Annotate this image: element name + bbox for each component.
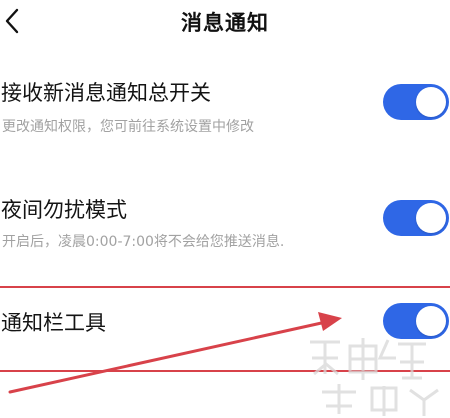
setting-title: 通知栏工具 [1, 311, 106, 335]
notification-settings-screen: 消息通知 接收新消息通知总开关 更改通知权限，您可前往系统设置中修改 夜间勿扰模… [0, 0, 450, 418]
setting-description: 更改通知权限，您可前往系统设置中修改 [2, 119, 254, 135]
toggle-knob [416, 306, 446, 336]
setting-row-do-not-disturb: 夜间勿扰模式 开启后，凌晨0:00-7:00将不会给您推送消息. [0, 186, 450, 266]
setting-title: 接收新消息通知总开关 [1, 81, 211, 105]
toggle-knob [416, 87, 446, 117]
receive-notifications-toggle[interactable] [383, 84, 449, 120]
notification-bar-tools-toggle[interactable] [383, 303, 449, 339]
setting-row-notification-bar-tools: 通知栏工具 [0, 296, 450, 362]
setting-description: 开启后，凌晨0:00-7:00将不会给您推送消息. [2, 234, 285, 250]
toggle-knob [416, 203, 446, 233]
setting-title: 夜间勿扰模式 [1, 198, 127, 222]
top-navigation-bar: 消息通知 [0, 0, 450, 44]
setting-row-receive-notifications: 接收新消息通知总开关 更改通知权限，您可前往系统设置中修改 [0, 70, 450, 150]
page-title: 消息通知 [181, 11, 269, 35]
do-not-disturb-toggle[interactable] [383, 200, 449, 236]
